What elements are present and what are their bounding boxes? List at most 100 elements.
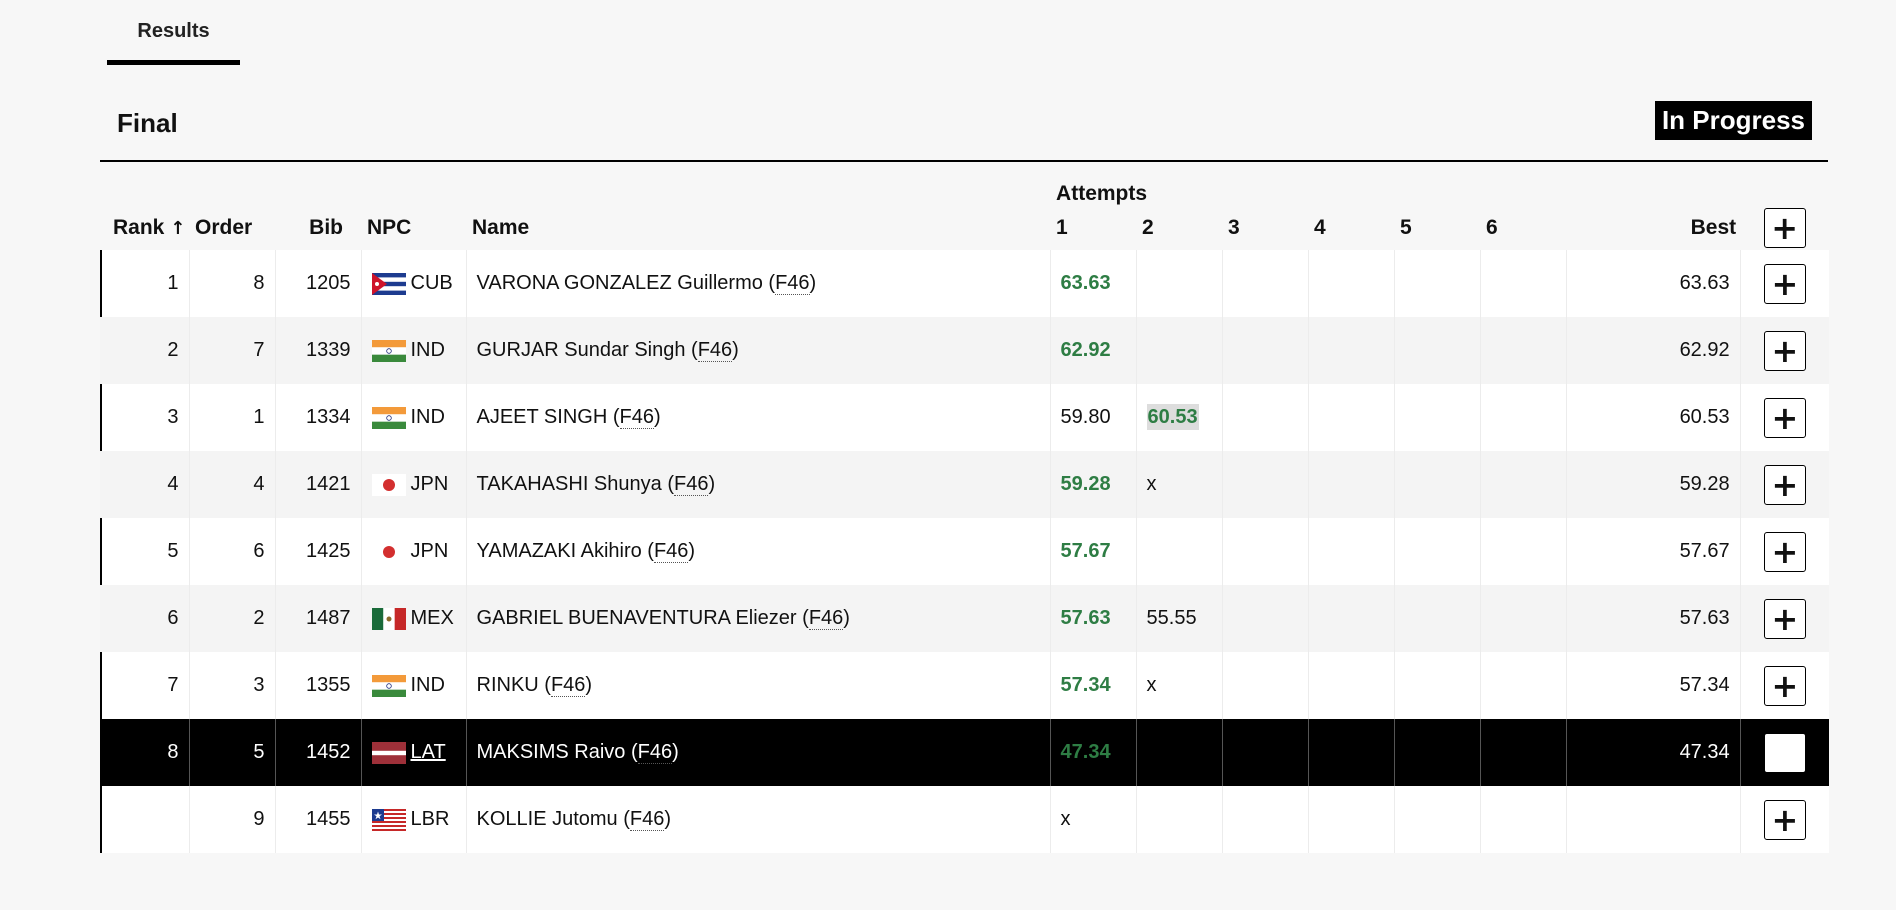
rank-cell: 5 [100,518,189,585]
npc-cell[interactable]: JPN [360,518,466,585]
table-row[interactable]: 7 3 1355 IND RINKU (F46) 57.34 x 57.34 + [100,652,1830,719]
athlete-name[interactable]: AJEET SINGH [477,406,608,428]
expand-row-button[interactable]: + [1763,665,1806,706]
name-cell[interactable]: KOLLIE Jutomu (F46) [465,786,1051,853]
attempt-6-cell [1479,317,1567,384]
table-row[interactable]: 2 7 1339 IND GURJAR Sundar Singh (F46) 62.92 6… [100,317,1830,384]
expand-row-button[interactable]: + [1763,397,1806,438]
expand-row-button[interactable]: + [1763,330,1806,371]
col-best[interactable]: Best [1566,206,1740,250]
col-npc[interactable]: NPC [361,206,466,250]
table-row[interactable]: 4 4 1421 JPN TAKAHASHI Shunya (F46) 59.28 x 59.… [100,451,1830,518]
npc-cell[interactable]: CUB [360,250,466,317]
class-abbr[interactable]: F46 [637,741,673,764]
col-name[interactable]: Name [466,206,1050,250]
expand-row-button[interactable]: + [1763,799,1806,840]
athlete-name[interactable]: YAMAZAKI Akihiro [477,540,642,562]
attempt-1-cell: x [1049,786,1137,853]
attempt-2-cell [1135,719,1223,786]
npc-cell[interactable]: IND [360,384,466,451]
rank-cell: 2 [100,317,189,384]
athlete-name[interactable]: KOLLIE Jutomu [477,808,618,830]
expand-cell: + [1739,250,1830,317]
class-abbr[interactable]: F46 [653,540,689,563]
class-abbr[interactable]: F46 [619,406,654,429]
results-body: 1 8 1205 CUB VARONA GONZALEZ Guillermo (F46)… [100,250,1830,853]
npc-cell[interactable]: IND [360,317,466,384]
name-cell[interactable]: YAMAZAKI Akihiro (F46) [465,518,1051,585]
npc-cell[interactable]: LAT [360,719,466,786]
plus-icon: + [1771,465,1799,504]
table-row[interactable]: 5 6 1425 JPN YAMAZAKI Akihiro (F46) 57.67 57.6… [100,518,1830,585]
attempt-2-cell [1135,250,1223,317]
table-row[interactable]: 6 2 1487 MEX GABRIEL BUENAVENTURA Eliezer (F… [100,585,1830,652]
best-cell: 57.63 [1565,585,1741,652]
best-cell [1565,786,1741,853]
npc-cell[interactable]: LBR [360,786,466,853]
name-cell[interactable]: GURJAR Sundar Singh (F46) [465,317,1051,384]
attempt-1-value: 57.67 [1060,540,1111,562]
name-cell[interactable]: AJEET SINGH (F46) [465,384,1051,451]
attempt-6-cell [1479,518,1567,585]
best-cell: 47.34 [1565,719,1741,786]
attempt-2-cell: 55.55 [1135,585,1223,652]
attempt-3-cell [1221,652,1309,719]
col-attempt-2: 2 [1142,216,1154,239]
expand-all-cell: + [1740,206,1829,250]
expand-cell: + [1739,317,1830,384]
attempt-5-cell [1393,719,1481,786]
attempt-2-cell [1135,786,1223,853]
sort-arrow-up-icon[interactable]: ↑ [170,218,185,239]
athlete-name[interactable]: GURJAR Sundar Singh [477,339,686,361]
table-row[interactable]: 3 1 1334 IND AJEET SINGH (F46) 59.80 60.53 60.5… [100,384,1830,451]
attempt-3-cell [1221,719,1309,786]
expand-row-button[interactable]: + [1763,531,1806,572]
col-attempt-5: 5 [1400,216,1412,239]
attempt-3-cell [1221,585,1309,652]
class-abbr[interactable]: F46 [550,674,586,697]
attempt-1-value: 59.28 [1060,473,1111,495]
col-bib[interactable]: Bib [275,206,361,250]
class-abbr[interactable]: F46 [775,272,810,295]
athlete-name[interactable]: RINKU [477,674,539,696]
rank-cell [100,786,189,853]
expand-cell: + [1739,451,1830,518]
table-row[interactable]: 8 5 1452 LAT MAKSIMS Raivo (F46) 47.34 47.34 + [100,719,1830,786]
india-flag-icon [371,406,411,429]
athlete-name[interactable]: TAKAHASHI Shunya [477,473,662,495]
class-abbr[interactable]: F46 [673,473,709,496]
expand-row-button[interactable]: + [1763,598,1806,639]
name-cell[interactable]: VARONA GONZALEZ Guillermo (F46) [465,250,1051,317]
name-cell[interactable]: MAKSIMS Raivo (F46) [465,719,1051,786]
athlete-name[interactable]: MAKSIMS Raivo [477,741,626,763]
attempt-4-cell [1307,652,1395,719]
athlete-name[interactable]: VARONA GONZALEZ Guillermo [477,272,763,294]
npc-cell[interactable]: IND [360,652,466,719]
table-row[interactable]: 1 8 1205 CUB VARONA GONZALEZ Guillermo (F46)… [100,250,1830,317]
rank-cell: 3 [100,384,189,451]
npc-cell[interactable]: MEX [360,585,466,652]
col-order[interactable]: Order [189,206,275,250]
order-cell: 6 [188,518,275,585]
expand-all-button[interactable]: + [1763,208,1806,248]
npc-code: IND [410,674,445,697]
npc-code: MEX [410,607,454,630]
name-cell[interactable]: TAKAHASHI Shunya (F46) [465,451,1051,518]
attempt-3-cell [1221,786,1309,853]
expand-row-button[interactable]: + [1763,732,1806,773]
col-attempt-3: 3 [1228,216,1240,239]
attempt-1-value: 63.63 [1060,272,1111,294]
name-cell[interactable]: RINKU (F46) [465,652,1051,719]
class-abbr[interactable]: F46 [629,808,665,831]
col-rank[interactable]: Rank ↑ [101,206,189,250]
expand-row-button[interactable]: + [1763,464,1806,505]
attempt-4-cell [1307,250,1395,317]
expand-row-button[interactable]: + [1763,263,1806,304]
table-row[interactable]: 9 1455 LBR KOLLIE Jutomu (F46) x + [100,786,1830,853]
name-cell[interactable]: GABRIEL BUENAVENTURA Eliezer (F46) [465,585,1051,652]
class-abbr[interactable]: F46 [808,607,844,630]
athlete-name[interactable]: GABRIEL BUENAVENTURA Eliezer [477,607,797,629]
npc-cell[interactable]: JPN [360,451,466,518]
tab-results[interactable]: Results [107,0,240,65]
class-abbr[interactable]: F46 [697,339,733,362]
